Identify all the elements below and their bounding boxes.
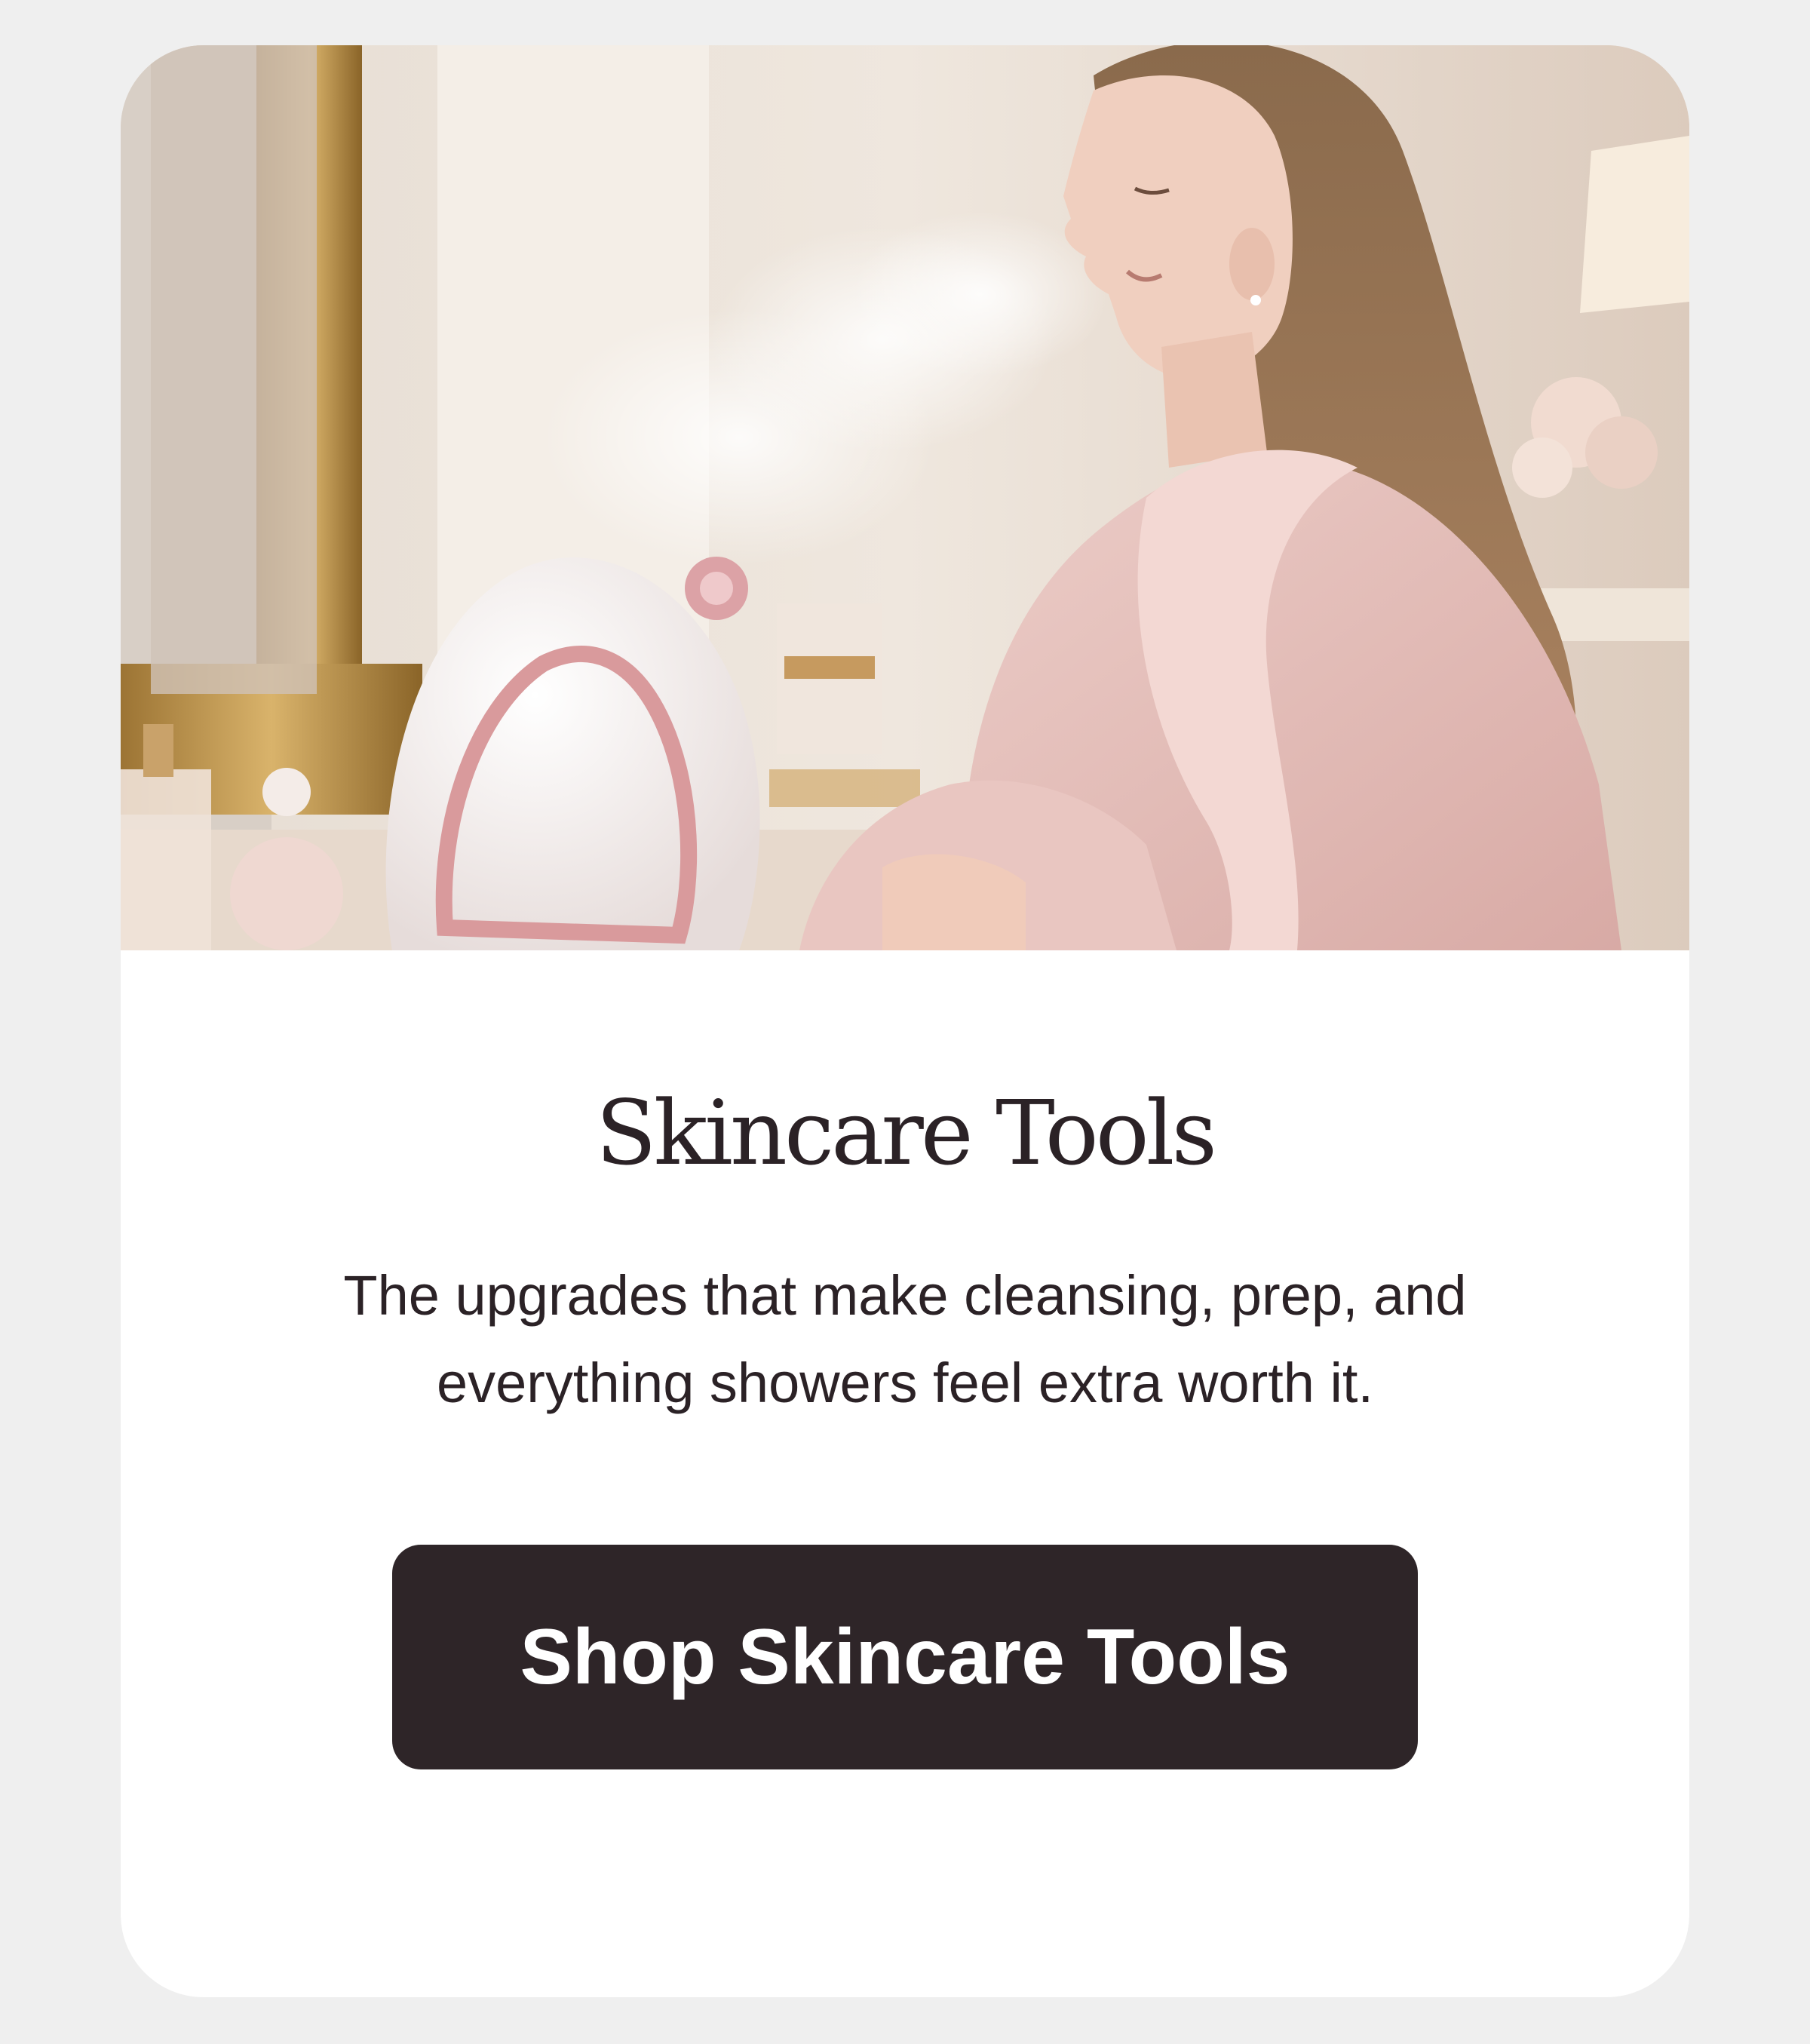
shop-skincare-tools-button[interactable]: Shop Skincare Tools <box>392 1545 1418 1769</box>
section-title: Skincare Tools <box>595 1081 1217 1185</box>
section-description: The upgrades that make cleansing, prep, … <box>343 1264 1467 1414</box>
promo-card: Skincare Tools The upgrades that make cl… <box>121 45 1689 1997</box>
hero-image <box>121 45 1689 950</box>
